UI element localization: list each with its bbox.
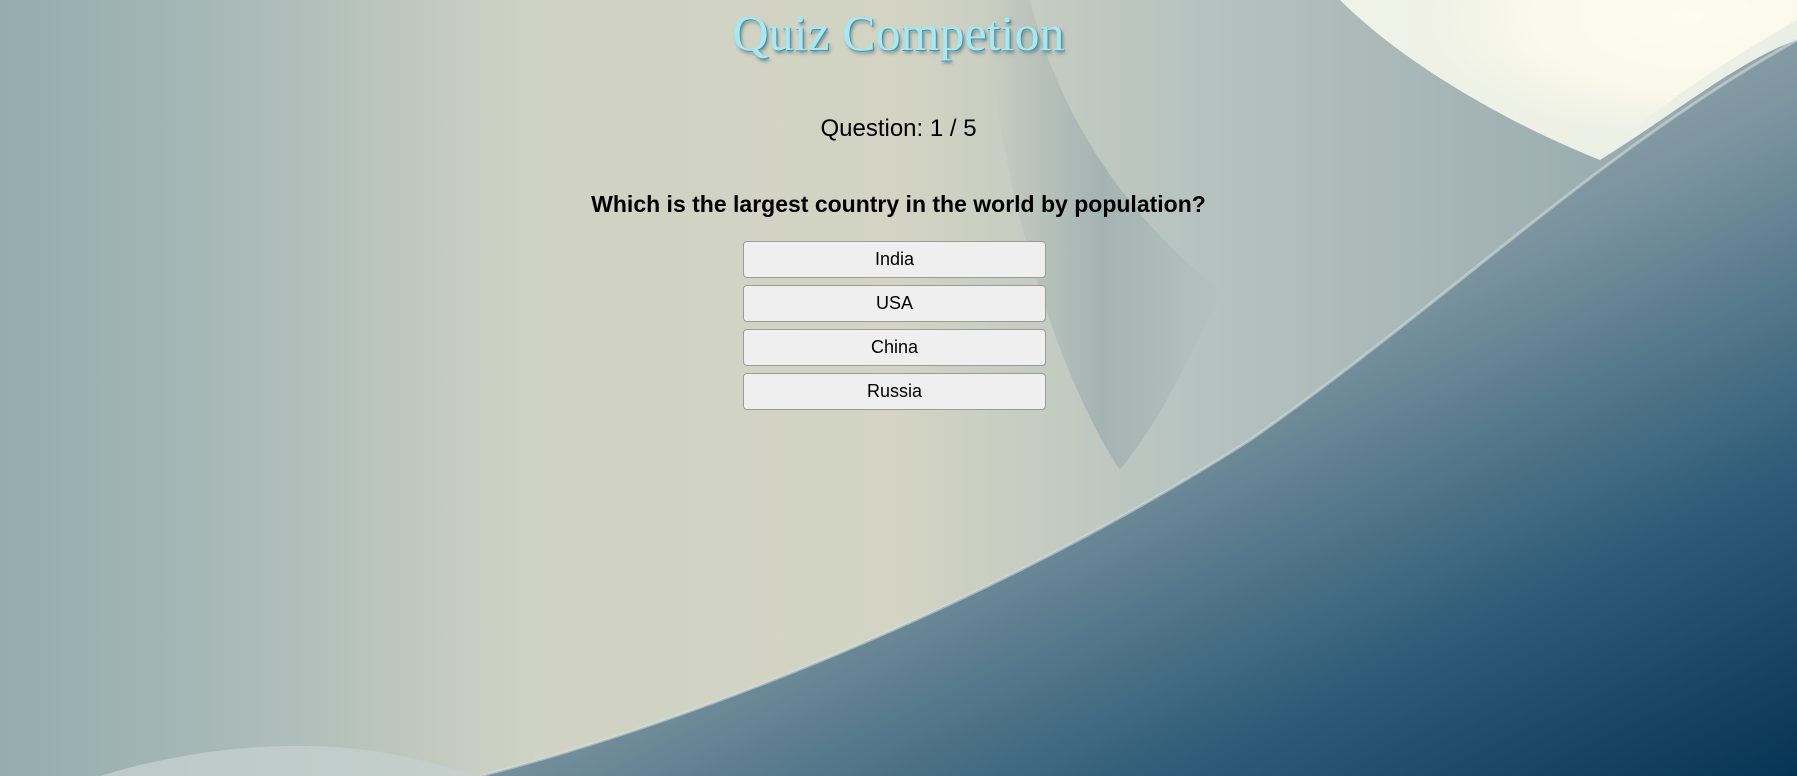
answer-button-china[interactable]: China — [743, 329, 1046, 366]
answer-button-india[interactable]: India — [743, 241, 1046, 278]
quiz-title: Quiz Competion — [732, 5, 1065, 61]
answer-button-russia[interactable]: Russia — [743, 373, 1046, 410]
quiz-container: Quiz Competion Question: 1 / 5 Which is … — [0, 0, 1797, 776]
answer-list: India USA China Russia — [743, 241, 1046, 417]
question-text: Which is the largest country in the worl… — [591, 191, 1206, 217]
question-counter: Question: 1 / 5 — [820, 115, 977, 142]
answer-button-usa[interactable]: USA — [743, 285, 1046, 322]
